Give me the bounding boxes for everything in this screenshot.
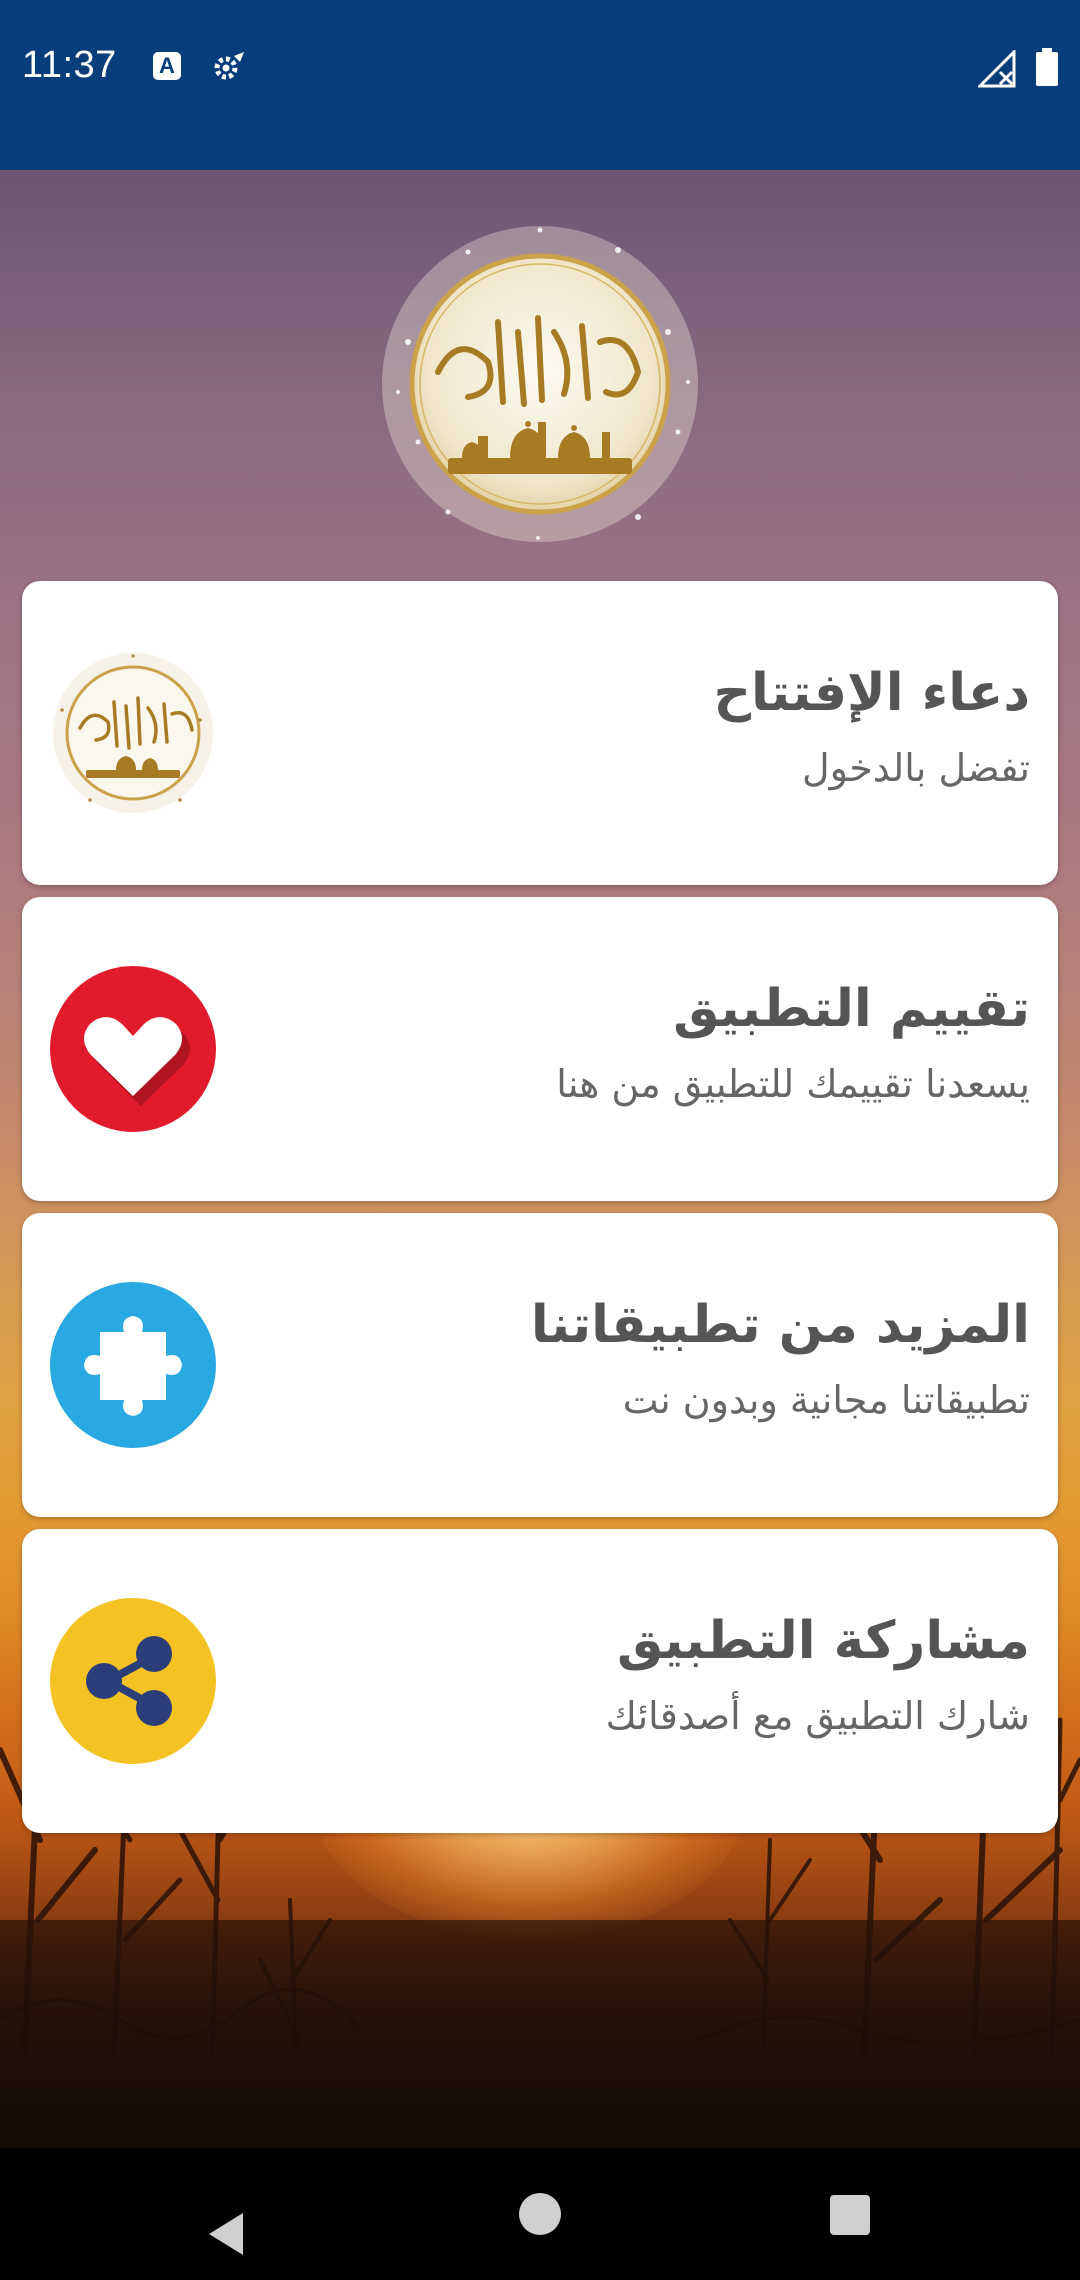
status-bar: 11:37 A — [0, 0, 1080, 170]
ground-shadow — [0, 1920, 1080, 2148]
dua-emblem-icon — [53, 653, 213, 813]
puzzle-icon — [50, 1282, 216, 1448]
card-title: تقييم التطبيق — [673, 979, 1030, 1039]
card-title: المزيد من تطبيقاتنا — [530, 1295, 1030, 1355]
dua-al-iftitah-emblem — [382, 226, 698, 542]
a-notification-icon: A — [153, 52, 181, 80]
card-title: دعاء الإفتتاح — [713, 663, 1030, 723]
home-icon[interactable] — [519, 2193, 561, 2235]
card-title: مشاركة التطبيق — [616, 1611, 1030, 1671]
battery-icon — [1036, 48, 1058, 86]
status-time: 11:37 — [22, 44, 117, 86]
card-subtitle: تطبيقاتنا مجانية وبدون نت — [622, 1378, 1030, 1422]
settings-icon — [214, 52, 244, 80]
screen: 11:37 A دعاء الإفتتاح تفضل بالدخول تقييم… — [0, 0, 1080, 2280]
back-icon[interactable] — [205, 2211, 245, 2257]
card-dua-al-iftitah[interactable]: دعاء الإفتتاح تفضل بالدخول — [22, 581, 1058, 885]
share-icon — [50, 1598, 216, 1764]
no-signal-icon — [978, 50, 1016, 88]
card-subtitle: تفضل بالدخول — [801, 746, 1030, 790]
card-subtitle: يسعدنا تقييمك للتطبيق من هنا — [556, 1062, 1030, 1106]
recents-icon[interactable] — [830, 2195, 870, 2235]
card-rate-app[interactable]: تقييم التطبيق يسعدنا تقييمك للتطبيق من ه… — [22, 897, 1058, 1201]
card-more-apps[interactable]: المزيد من تطبيقاتنا تطبيقاتنا مجانية وبد… — [22, 1213, 1058, 1517]
heart-icon — [50, 966, 216, 1132]
card-subtitle: شارك التطبيق مع أصدقائك — [605, 1694, 1030, 1738]
card-share-app[interactable]: مشاركة التطبيق شارك التطبيق مع أصدقائك — [22, 1529, 1058, 1833]
